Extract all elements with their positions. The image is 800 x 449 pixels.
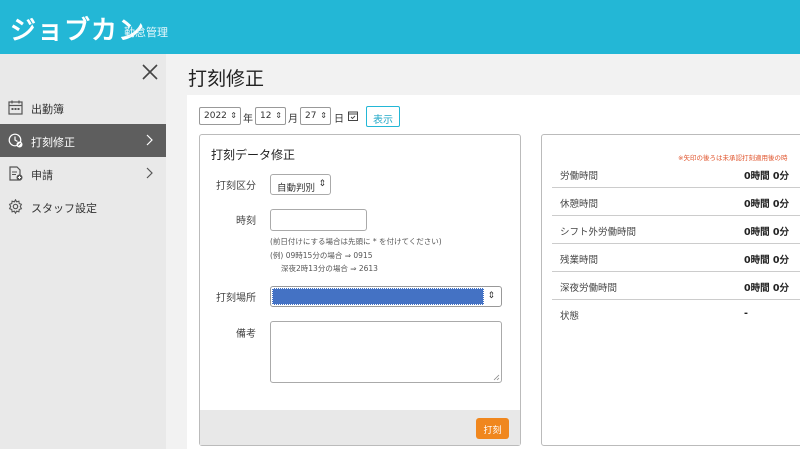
summary-row: 残業時間 0時間 0分 [552,244,800,272]
month-select[interactable]: 12 ⇕ [255,107,286,125]
punch-form-footer [200,410,520,445]
year-unit: 年 [243,114,253,125]
select-arrows-icon: ⇕ [487,291,495,301]
brand-subtitle: 勤怠管理 [124,26,168,39]
time-label: 時刻 [236,216,256,227]
year-select[interactable]: 2022 ⇕ [199,107,241,125]
summary-row: 労働時間 0時間 0分 [552,160,800,188]
summary-row-label: シフト外労働時間 [560,227,637,238]
summary-row-label: 休憩時間 [560,199,599,210]
punch-type-select[interactable]: 自動判別 ⇕ [270,174,331,195]
punch-form-title: 打刻データ修正 [211,148,296,162]
day-value: 27 [305,111,317,121]
sidebar-item-punch-edit[interactable]: 打刻修正 [0,124,166,157]
punch-place-label: 打刻場所 [216,293,256,304]
select-arrows-icon: ⇕ [275,111,282,120]
document-icon [9,166,23,181]
select-arrows-icon: ⇕ [230,111,237,120]
gear-icon [8,199,23,214]
app-header: ジョブカン 勤怠管理 [0,0,800,54]
sidebar-item-staff-settings[interactable]: スタッフ設定 [0,190,166,223]
select-arrows-icon: ⇕ [320,111,327,120]
summary-row-value: 0時間 0分 [744,171,790,182]
sidebar-item-request[interactable]: 申請 [0,157,166,190]
summary-row-value: 0時間 0分 [744,255,790,266]
summary-row-value: 0時間 0分 [744,283,790,294]
select-arrows-icon: ⇕ [318,179,326,189]
summary-row-label: 残業時間 [560,255,599,266]
summary-row-value: 0時間 0分 [744,199,790,210]
summary-row-label: 労働時間 [560,171,599,182]
sidebar-item-attendance[interactable]: 出勤簿 [0,91,166,124]
punch-type-value: 自動判別 [277,183,316,194]
chevron-right-icon [146,167,153,179]
time-hint-prefix: (前日付けにする場合は先頭に * を付けてください) [270,237,442,246]
resize-handle-icon[interactable] [493,374,500,381]
calendar-picker-icon[interactable] [348,111,358,121]
clock-edit-icon [8,133,23,148]
year-value: 2022 [204,111,227,121]
summary-row: 深夜労働時間 0時間 0分 [552,272,800,300]
time-hint-example2: 深夜2時13分の場合 ⇒ 2613 [281,264,378,273]
summary-row: シフト外労働時間 0時間 0分 [552,216,800,244]
show-button[interactable]: 表示 [366,106,400,127]
sidebar-item-label: 出勤簿 [31,103,64,116]
month-unit: 月 [288,114,298,125]
sidebar-item-label: 申請 [31,169,53,182]
punch-place-highlight [272,288,484,305]
summary-row-label: 深夜労働時間 [560,283,618,294]
punch-submit-button[interactable]: 打刻 [476,418,509,439]
summary-row-value: - [744,308,748,319]
remarks-textarea[interactable] [270,321,502,383]
page-title: 打刻修正 [188,68,265,90]
day-unit: 日 [334,114,344,125]
calendar-icon [8,100,23,115]
month-value: 12 [260,111,272,121]
punch-place-select[interactable]: ⇕ [270,286,502,307]
chevron-right-icon [146,134,153,146]
day-select[interactable]: 27 ⇕ [300,107,331,125]
summary-row-value: 0時間 0分 [744,227,790,238]
sidebar: 出勤簿 打刻修正 申請 スタッフ設定 [0,54,166,449]
summary-row-label: 状態 [560,311,580,322]
sidebar-item-label: 打刻修正 [31,136,75,149]
sidebar-item-label: スタッフ設定 [31,202,97,215]
close-icon[interactable] [141,63,159,81]
remarks-label: 備考 [236,329,256,340]
time-input[interactable] [270,209,367,231]
time-hint-example1: (例) 09時15分の場合 ⇒ 0915 [270,251,373,260]
summary-row: 状態 - [552,300,800,328]
punch-type-label: 打刻区分 [216,181,256,192]
summary-row: 休憩時間 0時間 0分 [552,188,800,216]
